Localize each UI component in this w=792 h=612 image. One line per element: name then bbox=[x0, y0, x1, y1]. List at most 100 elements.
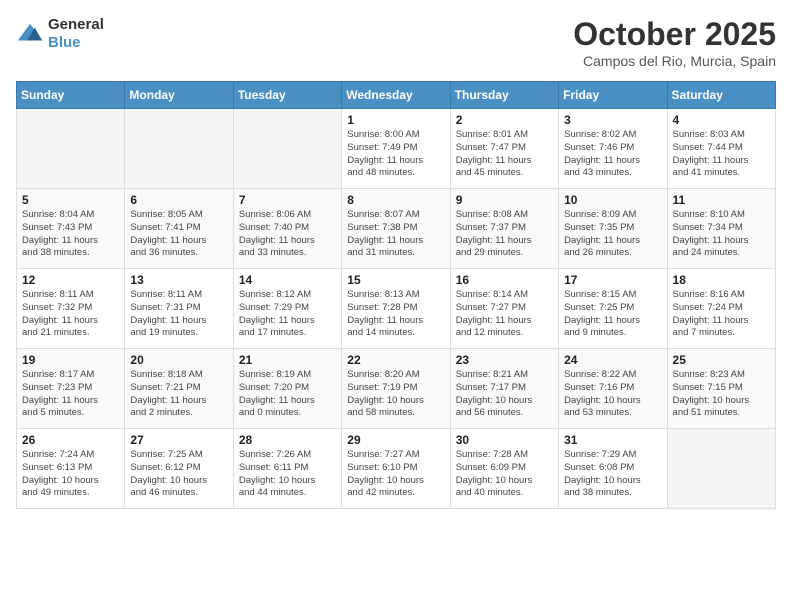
day-cell: 10 Sunrise: 8:09 AM Sunset: 7:35 PM Dayli… bbox=[559, 189, 667, 269]
day-cell: 3Sunrise: 8:02 AM Sunset: 7:46 PM Daylig… bbox=[559, 109, 667, 189]
day-number: 18 bbox=[673, 273, 770, 287]
day-cell: 11Sunrise: 8:10 AM Sunset: 7:34 PM Dayli… bbox=[667, 189, 775, 269]
day-cell: 5Sunrise: 8:04 AM Sunset: 7:43 PM Daylig… bbox=[17, 189, 125, 269]
day-cell bbox=[17, 109, 125, 189]
day-number: 7 bbox=[239, 193, 336, 207]
day-number: 20 bbox=[130, 353, 227, 367]
day-cell: 14 Sunrise: 8:12 AM Sunset: 7:29 PM Dayli… bbox=[233, 269, 341, 349]
day-cell: 27 Sunrise: 7:25 AM Sunset: 6:12 PM Dayli… bbox=[125, 429, 233, 509]
weekday-header-wednesday: Wednesday bbox=[342, 82, 450, 109]
day-number: 10 bbox=[564, 193, 661, 207]
day-info: Sunrise: 7:27 AM Sunset: 6:10 PM Dayligh… bbox=[347, 449, 444, 500]
day-info: Sunrise: 8:11 AM Sunset: 7:31 PM Dayligh… bbox=[130, 289, 227, 340]
day-number: 6 bbox=[130, 193, 227, 207]
day-info: Sunrise: 8:01 AM Sunset: 7:47 PM Dayligh… bbox=[456, 129, 553, 180]
day-cell: 12 Sunrise: 8:11 AM Sunset: 7:32 PM Dayli… bbox=[17, 269, 125, 349]
month-title: October 2025 bbox=[573, 16, 776, 53]
day-cell: 1 Sunrise: 8:00 AM Sunset: 7:49 PM Daylig… bbox=[342, 109, 450, 189]
day-info: Sunrise: 7:25 AM Sunset: 6:12 PM Dayligh… bbox=[130, 449, 227, 500]
day-number: 28 bbox=[239, 433, 336, 447]
day-info: Sunrise: 8:00 AM Sunset: 7:49 PM Dayligh… bbox=[347, 129, 444, 180]
day-number: 16 bbox=[456, 273, 553, 287]
day-number: 21 bbox=[239, 353, 336, 367]
day-number: 25 bbox=[673, 353, 770, 367]
day-info: Sunrise: 8:21 AM Sunset: 7:17 PM Dayligh… bbox=[456, 369, 553, 420]
day-number: 19 bbox=[22, 353, 119, 367]
day-number: 30 bbox=[456, 433, 553, 447]
day-cell: 9 Sunrise: 8:08 AM Sunset: 7:37 PM Daylig… bbox=[450, 189, 558, 269]
day-info: Sunrise: 7:29 AM Sunset: 6:08 PM Dayligh… bbox=[564, 449, 661, 500]
day-info: Sunrise: 7:28 AM Sunset: 6:09 PM Dayligh… bbox=[456, 449, 553, 500]
weekday-header-tuesday: Tuesday bbox=[233, 82, 341, 109]
weekday-header-sunday: Sunday bbox=[17, 82, 125, 109]
day-cell: 22Sunrise: 8:20 AM Sunset: 7:19 PM Dayli… bbox=[342, 349, 450, 429]
day-cell bbox=[667, 429, 775, 509]
day-number: 15 bbox=[347, 273, 444, 287]
page-header: General Blue October 2025 Campos del Rio… bbox=[16, 16, 776, 69]
day-number: 26 bbox=[22, 433, 119, 447]
day-number: 1 bbox=[347, 113, 444, 127]
day-cell: 17Sunrise: 8:15 AM Sunset: 7:25 PM Dayli… bbox=[559, 269, 667, 349]
weekday-header-friday: Friday bbox=[559, 82, 667, 109]
day-info: Sunrise: 8:08 AM Sunset: 7:37 PM Dayligh… bbox=[456, 209, 553, 260]
day-cell: 31 Sunrise: 7:29 AM Sunset: 6:08 PM Dayli… bbox=[559, 429, 667, 509]
day-info: Sunrise: 8:18 AM Sunset: 7:21 PM Dayligh… bbox=[130, 369, 227, 420]
day-cell: 18 Sunrise: 8:16 AM Sunset: 7:24 PM Dayli… bbox=[667, 269, 775, 349]
day-cell: 29 Sunrise: 7:27 AM Sunset: 6:10 PM Dayli… bbox=[342, 429, 450, 509]
day-info: Sunrise: 8:16 AM Sunset: 7:24 PM Dayligh… bbox=[673, 289, 770, 340]
day-cell: 8Sunrise: 8:07 AM Sunset: 7:38 PM Daylig… bbox=[342, 189, 450, 269]
day-cell: 23 Sunrise: 8:21 AM Sunset: 7:17 PM Dayli… bbox=[450, 349, 558, 429]
day-info: Sunrise: 8:09 AM Sunset: 7:35 PM Dayligh… bbox=[564, 209, 661, 260]
day-cell: 24 Sunrise: 8:22 AM Sunset: 7:16 PM Dayli… bbox=[559, 349, 667, 429]
logo-icon bbox=[16, 20, 44, 48]
day-number: 14 bbox=[239, 273, 336, 287]
day-info: Sunrise: 8:17 AM Sunset: 7:23 PM Dayligh… bbox=[22, 369, 119, 420]
day-info: Sunrise: 7:24 AM Sunset: 6:13 PM Dayligh… bbox=[22, 449, 119, 500]
day-info: Sunrise: 7:26 AM Sunset: 6:11 PM Dayligh… bbox=[239, 449, 336, 500]
weekday-header-thursday: Thursday bbox=[450, 82, 558, 109]
day-cell: 16 Sunrise: 8:14 AM Sunset: 7:27 PM Dayli… bbox=[450, 269, 558, 349]
day-cell bbox=[233, 109, 341, 189]
day-cell: 26 Sunrise: 7:24 AM Sunset: 6:13 PM Dayli… bbox=[17, 429, 125, 509]
day-cell: 6Sunrise: 8:05 AM Sunset: 7:41 PM Daylig… bbox=[125, 189, 233, 269]
day-info: Sunrise: 8:11 AM Sunset: 7:32 PM Dayligh… bbox=[22, 289, 119, 340]
day-cell: 19 Sunrise: 8:17 AM Sunset: 7:23 PM Dayli… bbox=[17, 349, 125, 429]
day-info: Sunrise: 8:19 AM Sunset: 7:20 PM Dayligh… bbox=[239, 369, 336, 420]
day-cell: 13 Sunrise: 8:11 AM Sunset: 7:31 PM Dayli… bbox=[125, 269, 233, 349]
day-info: Sunrise: 8:14 AM Sunset: 7:27 PM Dayligh… bbox=[456, 289, 553, 340]
day-cell: 20 Sunrise: 8:18 AM Sunset: 7:21 PM Dayli… bbox=[125, 349, 233, 429]
weekday-header-monday: Monday bbox=[125, 82, 233, 109]
day-info: Sunrise: 8:06 AM Sunset: 7:40 PM Dayligh… bbox=[239, 209, 336, 260]
location: Campos del Rio, Murcia, Spain bbox=[573, 53, 776, 69]
day-cell: 30 Sunrise: 7:28 AM Sunset: 6:09 PM Dayli… bbox=[450, 429, 558, 509]
week-row-1: 1 Sunrise: 8:00 AM Sunset: 7:49 PM Daylig… bbox=[17, 109, 776, 189]
day-info: Sunrise: 8:10 AM Sunset: 7:34 PM Dayligh… bbox=[673, 209, 770, 260]
day-number: 27 bbox=[130, 433, 227, 447]
logo-text: General Blue bbox=[48, 16, 104, 52]
day-info: Sunrise: 8:12 AM Sunset: 7:29 PM Dayligh… bbox=[239, 289, 336, 340]
week-row-4: 19 Sunrise: 8:17 AM Sunset: 7:23 PM Dayli… bbox=[17, 349, 776, 429]
day-number: 23 bbox=[456, 353, 553, 367]
week-row-3: 12 Sunrise: 8:11 AM Sunset: 7:32 PM Dayli… bbox=[17, 269, 776, 349]
day-number: 4 bbox=[673, 113, 770, 127]
week-row-2: 5Sunrise: 8:04 AM Sunset: 7:43 PM Daylig… bbox=[17, 189, 776, 269]
day-number: 13 bbox=[130, 273, 227, 287]
day-number: 24 bbox=[564, 353, 661, 367]
day-info: Sunrise: 8:13 AM Sunset: 7:28 PM Dayligh… bbox=[347, 289, 444, 340]
title-block: October 2025 Campos del Rio, Murcia, Spa… bbox=[573, 16, 776, 69]
day-number: 29 bbox=[347, 433, 444, 447]
day-number: 2 bbox=[456, 113, 553, 127]
week-row-5: 26 Sunrise: 7:24 AM Sunset: 6:13 PM Dayli… bbox=[17, 429, 776, 509]
day-number: 12 bbox=[22, 273, 119, 287]
day-info: Sunrise: 8:23 AM Sunset: 7:15 PM Dayligh… bbox=[673, 369, 770, 420]
day-number: 31 bbox=[564, 433, 661, 447]
day-cell: 15 Sunrise: 8:13 AM Sunset: 7:28 PM Dayli… bbox=[342, 269, 450, 349]
day-number: 17 bbox=[564, 273, 661, 287]
calendar-table: SundayMondayTuesdayWednesdayThursdayFrid… bbox=[16, 81, 776, 509]
day-info: Sunrise: 8:07 AM Sunset: 7:38 PM Dayligh… bbox=[347, 209, 444, 260]
day-number: 9 bbox=[456, 193, 553, 207]
day-info: Sunrise: 8:22 AM Sunset: 7:16 PM Dayligh… bbox=[564, 369, 661, 420]
day-info: Sunrise: 8:20 AM Sunset: 7:19 PM Dayligh… bbox=[347, 369, 444, 420]
day-cell: 4Sunrise: 8:03 AM Sunset: 7:44 PM Daylig… bbox=[667, 109, 775, 189]
day-number: 3 bbox=[564, 113, 661, 127]
